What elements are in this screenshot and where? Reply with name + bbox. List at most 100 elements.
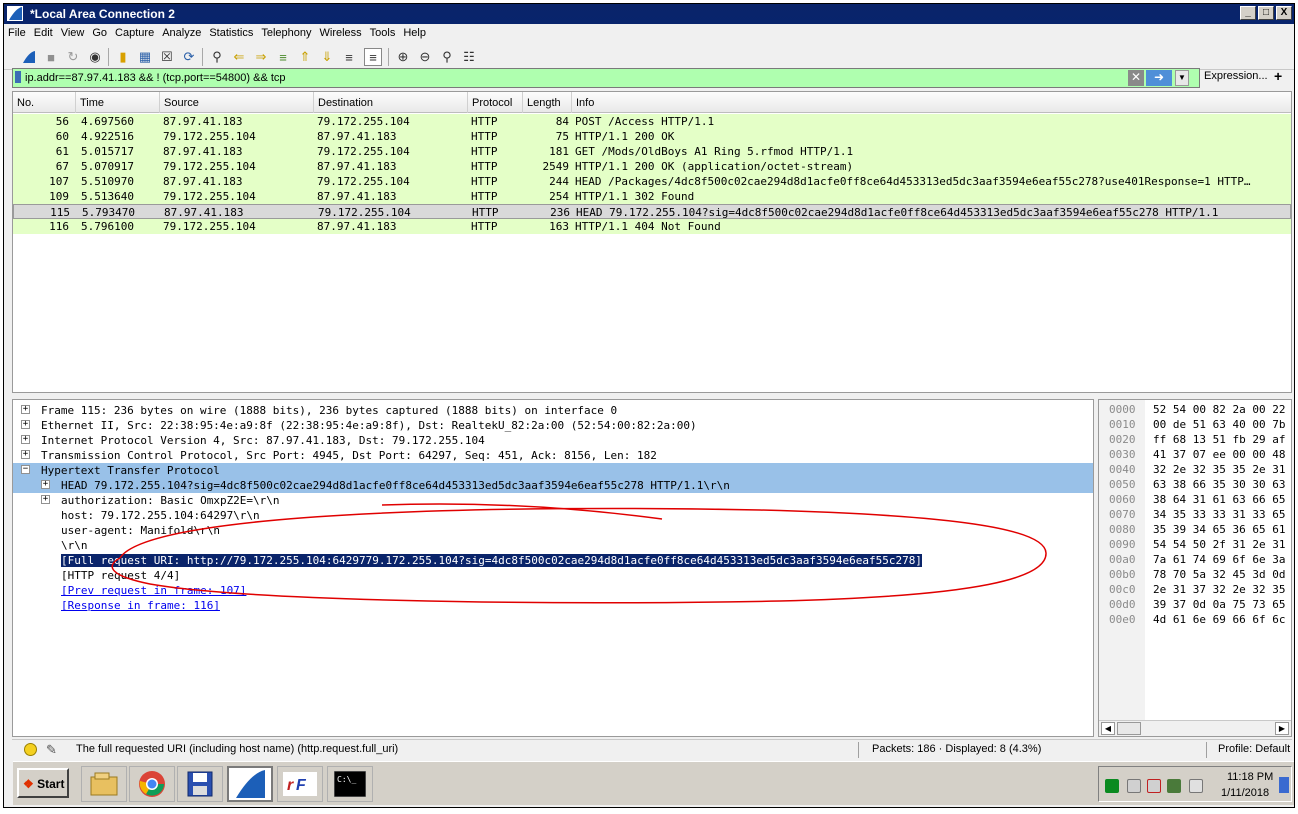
bookmark-icon[interactable] <box>15 71 21 83</box>
detail-tree-row[interactable]: \r\n <box>13 538 1093 553</box>
keyboard-icon[interactable] <box>1189 779 1203 793</box>
detail-tree-row[interactable]: host: 79.172.255.104:64297\r\n <box>13 508 1093 523</box>
detail-text[interactable]: [Response in frame: 116] <box>61 599 220 612</box>
explorer-icon[interactable] <box>81 766 127 802</box>
apply-filter-arrow-icon[interactable]: ➜ <box>1146 70 1172 86</box>
go-back-icon[interactable]: ⇐ <box>230 48 248 66</box>
detail-tree-row[interactable]: [Response in frame: 116] <box>13 598 1093 613</box>
start-button[interactable]: ❖ Start <box>17 768 69 798</box>
status-profile[interactable]: Profile: Default <box>1218 743 1290 755</box>
byte-hex[interactable]: 00 de 51 63 40 00 7b <box>1153 418 1285 433</box>
cmd-icon[interactable]: C:\_ <box>327 766 373 802</box>
reload-file-icon[interactable]: ⟳ <box>180 48 198 66</box>
add-filter-button[interactable]: + <box>1274 68 1282 84</box>
packet-row[interactable]: 60 4.922516 79.172.255.104 87.97.41.183 HTTP… <box>13 129 1291 144</box>
chrome-icon[interactable] <box>129 766 175 802</box>
expert-info-icon[interactable] <box>24 743 37 756</box>
expand-icon[interactable]: + <box>41 495 50 504</box>
byte-hex[interactable]: 7a 61 74 69 6f 6e 3a <box>1153 553 1285 568</box>
rfactor-icon[interactable]: rF <box>277 766 323 802</box>
floppy-save-icon[interactable] <box>177 766 223 802</box>
autoscroll-icon[interactable]: ≡ <box>340 48 358 66</box>
find-packet-icon[interactable]: ⚲ <box>208 48 226 66</box>
menu-analyze[interactable]: Analyze <box>158 24 205 39</box>
detail-text[interactable]: [Prev request in frame: 107] <box>61 584 246 597</box>
menu-go[interactable]: Go <box>88 24 111 39</box>
packet-row[interactable]: 115 5.793470 87.97.41.183 79.172.255.104 HTT… <box>13 204 1291 219</box>
detail-tree-row[interactable]: + HEAD 79.172.255.104?sig=4dc8f500c02cae2… <box>13 478 1093 493</box>
expression-button[interactable]: Expression... <box>1204 70 1268 82</box>
menu-tools[interactable]: Tools <box>366 24 400 39</box>
expand-icon[interactable]: + <box>21 450 30 459</box>
byte-hex[interactable]: 63 38 66 35 30 30 63 <box>1153 478 1285 493</box>
bytes-horizontal-scrollbar[interactable]: ◀ ▶ <box>1099 720 1291 736</box>
scroll-left-icon[interactable]: ◀ <box>1101 722 1115 735</box>
collapse-icon[interactable]: − <box>21 465 30 474</box>
menu-wireless[interactable]: Wireless <box>316 24 366 39</box>
byte-hex[interactable]: 35 39 34 65 36 65 61 <box>1153 523 1285 538</box>
clock-date[interactable]: 1/11/2018 <box>1221 787 1269 799</box>
go-to-packet-icon[interactable]: ≡ <box>274 48 292 66</box>
expand-icon[interactable]: + <box>41 480 50 489</box>
wireshark-icon[interactable] <box>227 766 273 802</box>
colorize-icon[interactable]: ≡ <box>364 48 382 66</box>
detail-tree-row[interactable]: − Hypertext Transfer Protocol <box>13 463 1093 478</box>
byte-hex[interactable]: 38 64 31 61 63 66 65 <box>1153 493 1285 508</box>
menu-edit[interactable]: Edit <box>30 24 57 39</box>
column-protocol[interactable]: Protocol <box>468 92 523 113</box>
byte-hex[interactable]: 78 70 5a 32 45 3d 0d <box>1153 568 1285 583</box>
maximize-button[interactable]: □ <box>1258 6 1274 20</box>
detail-tree-row[interactable]: [Full request URI: http://79.172.255.104… <box>13 553 1093 568</box>
expand-icon[interactable]: + <box>21 405 30 414</box>
volume-muted-icon[interactable] <box>1127 779 1141 793</box>
open-file-icon[interactable]: ▮ <box>114 48 132 66</box>
minimize-button[interactable]: _ <box>1240 6 1256 20</box>
menu-statistics[interactable]: Statistics <box>205 24 257 39</box>
menu-capture[interactable]: Capture <box>111 24 158 39</box>
column-info[interactable]: Info <box>572 92 1291 113</box>
zoom-normal-icon[interactable]: ⚲ <box>438 48 456 66</box>
go-forward-icon[interactable]: ⇒ <box>252 48 270 66</box>
show-desktop-button[interactable] <box>1279 777 1289 793</box>
user-status-icon[interactable] <box>1167 779 1181 793</box>
clock-time[interactable]: 11:18 PM <box>1227 771 1273 783</box>
byte-hex[interactable]: 54 54 50 2f 31 2e 31 <box>1153 538 1285 553</box>
last-packet-icon[interactable]: ⇓ <box>318 48 336 66</box>
byte-hex[interactable]: 4d 61 6e 69 66 6f 6c <box>1153 613 1285 628</box>
network-status-icon[interactable] <box>1105 779 1119 793</box>
capture-comment-icon[interactable]: ✎ <box>46 742 57 758</box>
detail-tree-row[interactable]: + Ethernet II, Src: 22:38:95:4e:a9:8f (22… <box>13 418 1093 433</box>
scroll-thumb[interactable] <box>1117 722 1141 735</box>
start-capture-icon[interactable] <box>20 48 38 66</box>
stop-capture-icon[interactable]: ■ <box>42 48 60 66</box>
display-filter-input[interactable]: ip.addr==87.97.41.183 && ! (tcp.port==54… <box>12 68 1200 88</box>
detail-tree-row[interactable]: + authorization: Basic OmxpZ2E=\r\n <box>13 493 1093 508</box>
filter-history-dropdown[interactable]: ▼ <box>1175 70 1189 86</box>
menu-file[interactable]: File <box>4 24 30 39</box>
byte-hex[interactable]: 2e 31 37 32 2e 32 35 <box>1153 583 1285 598</box>
byte-hex[interactable]: 34 35 33 33 31 33 65 <box>1153 508 1285 523</box>
resize-columns-icon[interactable]: ☷ <box>460 48 478 66</box>
scroll-right-icon[interactable]: ▶ <box>1275 722 1289 735</box>
byte-hex[interactable]: 39 37 0d 0a 75 73 65 <box>1153 598 1285 613</box>
column-time[interactable]: Time <box>76 92 160 113</box>
menu-telephony[interactable]: Telephony <box>257 24 315 39</box>
byte-hex[interactable]: 32 2e 32 35 35 2e 31 <box>1153 463 1285 478</box>
detail-tree-row[interactable]: [HTTP request 4/4] <box>13 568 1093 583</box>
detail-tree-row[interactable]: + Internet Protocol Version 4, Src: 87.97… <box>13 433 1093 448</box>
byte-hex[interactable]: 41 37 07 ee 00 00 48 <box>1153 448 1285 463</box>
packet-row[interactable]: 107 5.510970 87.97.41.183 79.172.255.104 HTT… <box>13 174 1291 189</box>
action-center-icon[interactable] <box>1147 779 1161 793</box>
packet-row[interactable]: 109 5.513640 79.172.255.104 87.97.41.183 HTT… <box>13 189 1291 204</box>
detail-tree-row[interactable]: + Transmission Control Protocol, Src Port… <box>13 448 1093 463</box>
restart-capture-icon[interactable]: ↻ <box>64 48 82 66</box>
packet-row[interactable]: 56 4.697560 87.97.41.183 79.172.255.104 HTTP… <box>13 114 1291 129</box>
expand-icon[interactable]: + <box>21 420 30 429</box>
byte-hex[interactable]: ff 68 13 51 fb 29 af <box>1153 433 1285 448</box>
packet-row[interactable]: 61 5.015717 87.97.41.183 79.172.255.104 HTTP… <box>13 144 1291 159</box>
zoom-in-icon[interactable]: ⊕ <box>394 48 412 66</box>
menu-view[interactable]: View <box>57 24 89 39</box>
zoom-out-icon[interactable]: ⊖ <box>416 48 434 66</box>
column-length[interactable]: Length <box>523 92 572 113</box>
clear-filter-icon[interactable]: ✕ <box>1128 70 1144 86</box>
